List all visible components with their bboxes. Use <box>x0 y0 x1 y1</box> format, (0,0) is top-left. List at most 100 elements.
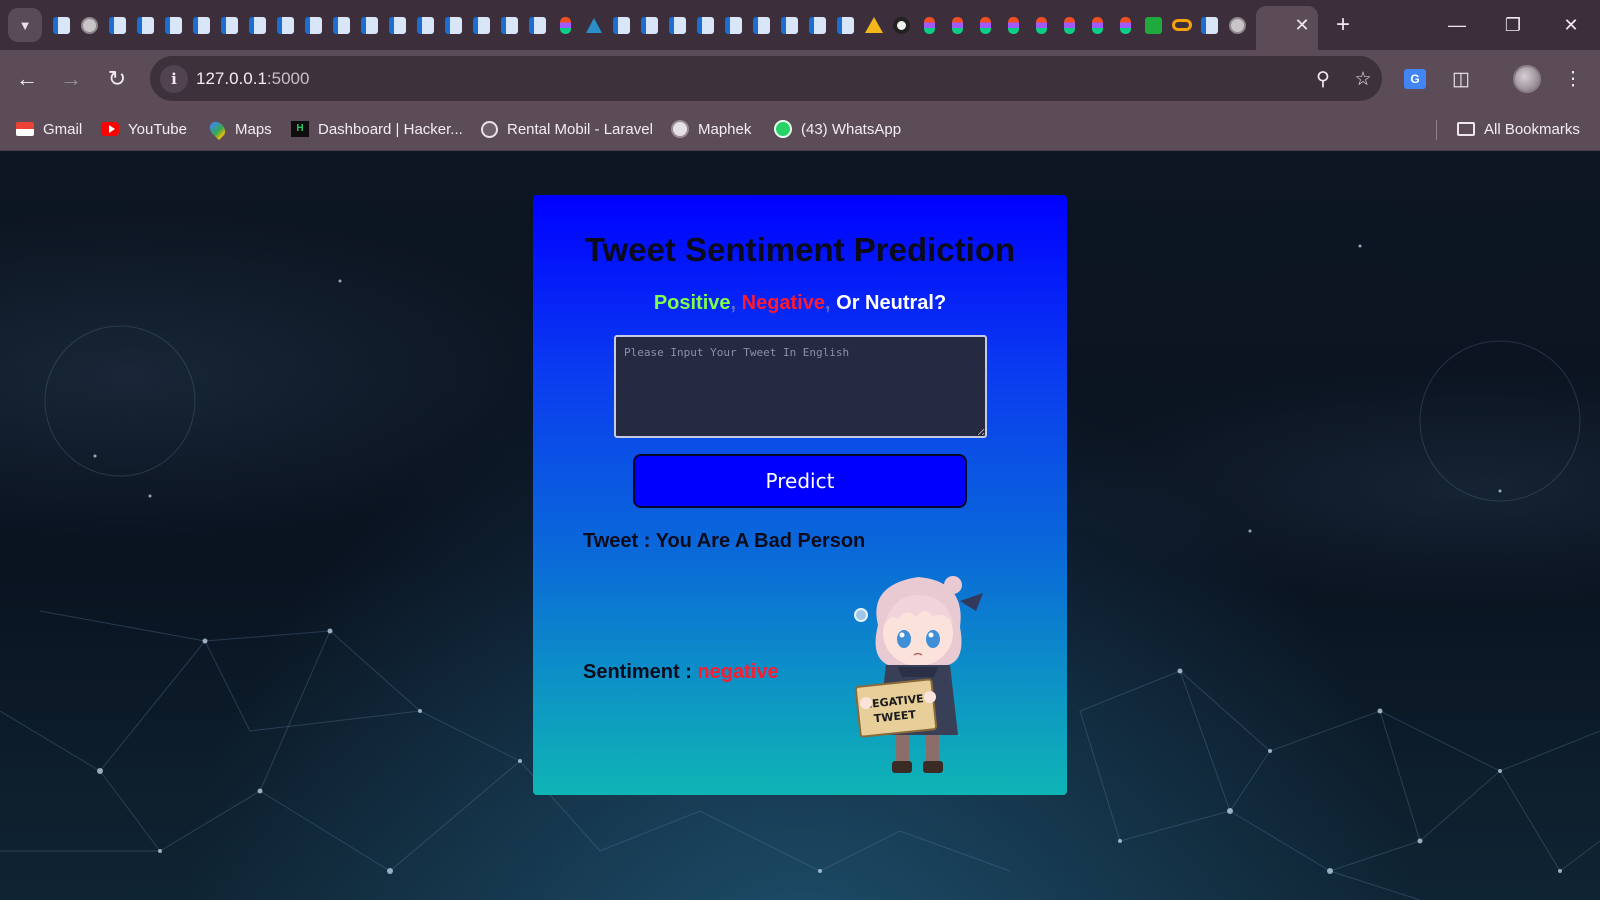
tab-docs-icon[interactable] <box>106 14 129 36</box>
new-tab-button[interactable]: + <box>1330 11 1356 38</box>
subtitle-comma: , <box>825 292 831 314</box>
bookmark-maphek[interactable]: Maphek <box>671 114 751 144</box>
tab-docs-icon[interactable] <box>610 14 633 36</box>
tab-docs-icon[interactable] <box>134 14 157 36</box>
pinned-tabs <box>50 14 1249 36</box>
tab-docs-icon[interactable] <box>638 14 661 36</box>
tab-docs-icon[interactable] <box>470 14 493 36</box>
tab-docs-icon[interactable] <box>778 14 801 36</box>
tab-docs-icon[interactable] <box>806 14 829 36</box>
profile-avatar[interactable] <box>1512 64 1542 94</box>
sentiment-value: negative <box>697 661 779 683</box>
close-tab-icon[interactable]: ✕ <box>1290 13 1314 37</box>
tab-docs-icon[interactable] <box>498 14 521 36</box>
tweet-result: Tweet : You Are A Bad Person <box>583 530 865 553</box>
tab-docs-icon[interactable] <box>414 14 437 36</box>
tab-docs-icon[interactable] <box>218 14 241 36</box>
tab-docs-icon[interactable] <box>274 14 297 36</box>
maps-icon <box>206 118 228 140</box>
bookmark-label: (43) WhatsApp <box>801 120 902 138</box>
all-bookmarks-button[interactable]: All Bookmarks <box>1457 114 1580 144</box>
folder-icon <box>1457 121 1475 137</box>
tab-figma-icon[interactable] <box>946 14 969 36</box>
bookmark-star-icon[interactable]: ☆ <box>1350 66 1376 92</box>
extensions-icon[interactable]: ◫ <box>1446 64 1476 94</box>
tab-search-button[interactable]: ▼ <box>8 8 42 42</box>
restore-icon[interactable]: ❐ <box>1493 10 1533 40</box>
maphek-icon <box>671 120 689 138</box>
tab-figma-icon[interactable] <box>1058 14 1081 36</box>
tab-figma-icon[interactable] <box>1114 14 1137 36</box>
tab-globe-icon[interactable] <box>78 14 101 36</box>
bookmark-maps[interactable]: Maps <box>206 114 272 144</box>
tab-docs-icon[interactable] <box>442 14 465 36</box>
prediction-card: Tweet Sentiment Prediction Positive, Neg… <box>533 195 1067 795</box>
tab-docs-icon[interactable] <box>358 14 381 36</box>
tab-docs-icon[interactable] <box>162 14 185 36</box>
tab-docs-icon[interactable] <box>526 14 549 36</box>
page-subtitle: Positive, Negative, Or Neutral? <box>533 292 1067 315</box>
predict-button[interactable]: Predict <box>633 454 967 508</box>
page-viewport: Tweet Sentiment Prediction Positive, Neg… <box>0 151 1600 900</box>
sentiment-label: Sentiment : <box>583 661 698 683</box>
bookmark-gmail[interactable]: Gmail <box>16 114 82 144</box>
tab-docs-icon[interactable] <box>666 14 689 36</box>
tab-app-icon[interactable] <box>582 14 605 36</box>
tab-drive-icon[interactable] <box>862 14 885 36</box>
translate-icon[interactable]: G <box>1400 64 1430 94</box>
tab-figma-icon[interactable] <box>1086 14 1109 36</box>
tab-figma-icon[interactable] <box>974 14 997 36</box>
subtitle-comma: , <box>730 292 737 314</box>
reload-icon[interactable]: ↻ <box>102 64 132 94</box>
bookmark-label: Maphek <box>698 120 752 138</box>
tweet-label: Tweet : <box>583 530 656 552</box>
bookmark-hackerrank[interactable]: H Dashboard | Hacker... <box>291 114 463 144</box>
tab-globe-icon[interactable] <box>1226 14 1249 36</box>
tab-docs-icon[interactable] <box>330 14 353 36</box>
bookmark-whatsapp[interactable]: (43) WhatsApp <box>774 114 901 144</box>
tab-docs-icon[interactable] <box>386 14 409 36</box>
subtitle-neutral: Or Neutral? <box>836 292 947 314</box>
tab-docs-icon[interactable] <box>834 14 857 36</box>
subtitle-positive: Positive <box>653 292 731 314</box>
whatsapp-icon <box>774 120 792 138</box>
zoom-icon[interactable]: ⚲ <box>1310 66 1336 92</box>
tab-figma-icon[interactable] <box>1002 14 1025 36</box>
tab-figma-icon[interactable] <box>554 14 577 36</box>
tab-sheets-icon[interactable] <box>1142 14 1165 36</box>
url-port: :5000 <box>266 69 310 88</box>
tab-docs-icon[interactable] <box>246 14 269 36</box>
close-window-icon[interactable]: ✕ <box>1551 10 1591 40</box>
minimize-icon[interactable]: — <box>1437 10 1477 40</box>
back-arrow-icon[interactable]: ← <box>12 64 42 94</box>
bookmark-label: Rental Mobil - Laravel <box>507 120 653 138</box>
tab-docs-icon[interactable] <box>750 14 773 36</box>
tab-docs-icon[interactable] <box>1198 14 1221 36</box>
bookmark-label: Gmail <box>43 120 83 138</box>
tab-figma-icon[interactable] <box>1030 14 1053 36</box>
tweet-input[interactable] <box>614 335 987 438</box>
address-bar[interactable]: i 127.0.0.1:5000 ⚲ ☆ <box>150 56 1382 101</box>
forward-arrow-icon[interactable]: → <box>56 64 86 94</box>
tab-docs-icon[interactable] <box>694 14 717 36</box>
bookmarks-bar: Gmail YouTube Maps H Dashboard | Hacker..… <box>0 108 1600 151</box>
bookmark-rental-mobil[interactable]: Rental Mobil - Laravel <box>480 114 653 144</box>
url-text[interactable]: 127.0.0.1:5000 <box>196 69 309 89</box>
tab-figma-icon[interactable] <box>918 14 941 36</box>
tab-docs-icon[interactable] <box>302 14 325 36</box>
hackerrank-icon: H <box>291 121 309 137</box>
chevron-down-icon: ▼ <box>18 17 32 33</box>
globe-icon <box>480 120 498 138</box>
youtube-icon <box>101 121 119 137</box>
tab-infinity-icon[interactable] <box>1170 14 1193 36</box>
tab-docs-icon[interactable] <box>50 14 73 36</box>
tab-github-icon[interactable] <box>890 14 913 36</box>
tab-docs-icon[interactable] <box>190 14 213 36</box>
bookmark-youtube[interactable]: YouTube <box>101 114 187 144</box>
site-info-icon[interactable]: i <box>160 65 188 93</box>
tab-docs-icon[interactable] <box>722 14 745 36</box>
bookmark-label: Dashboard | Hacker... <box>318 120 463 138</box>
sentiment-result: Sentiment : negative <box>583 661 779 684</box>
menu-kebab-icon[interactable]: ⋮ <box>1558 64 1588 94</box>
page-title: Tweet Sentiment Prediction <box>584 231 1016 268</box>
